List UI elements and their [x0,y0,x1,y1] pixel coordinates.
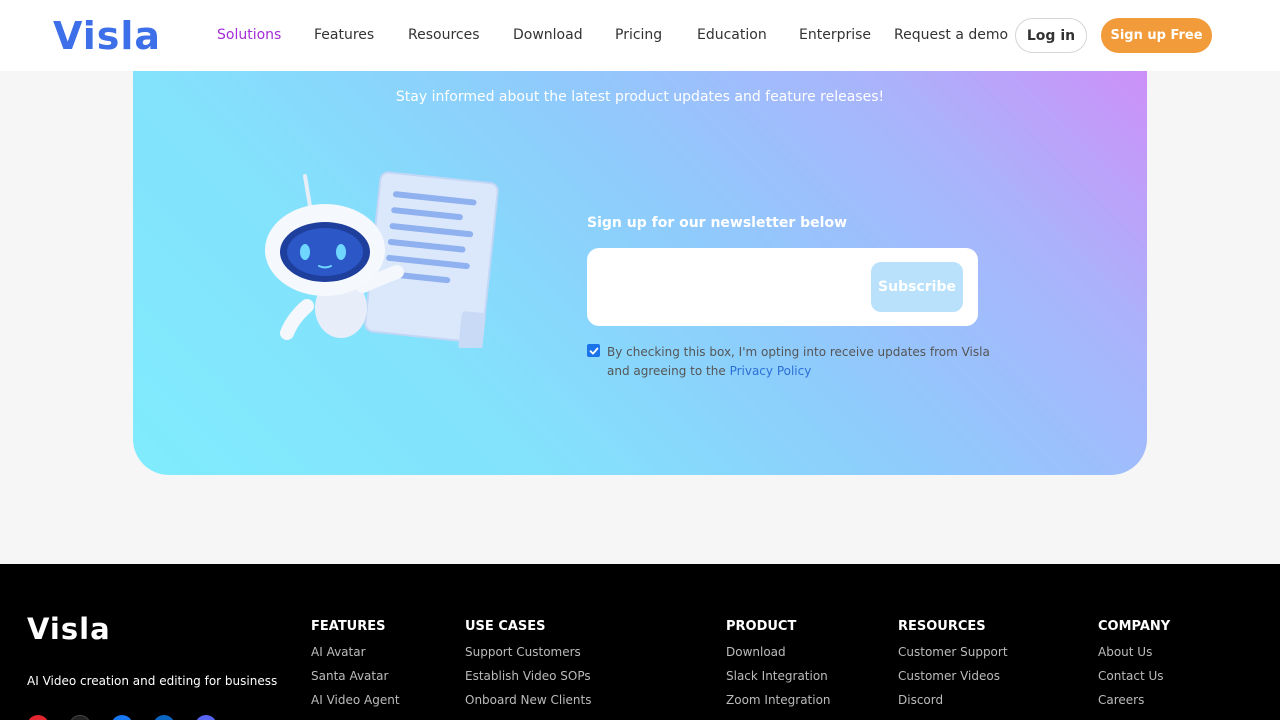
footer-tagline: AI Video creation and editing for busine… [27,674,278,688]
footer-link[interactable]: About Us [1098,645,1170,659]
footer-column-title: FEATURES [311,619,386,634]
nav-request-demo[interactable]: Request a demo [894,26,1008,44]
footer-link[interactable]: Contact Us [1098,669,1170,683]
facebook-icon[interactable] [111,715,133,720]
footer-column-title: USE CASES [465,619,546,634]
consent-checkbox[interactable] [587,344,600,357]
footer-link[interactable]: Discord [898,693,1008,707]
linkedin-icon[interactable] [153,715,175,720]
robot-newsletter-illustration [265,171,499,348]
nav-solutions[interactable]: Solutions [217,26,281,44]
nav-features[interactable]: Features [314,26,374,44]
footer-link[interactable]: Careers [1098,693,1170,707]
nav-pricing[interactable]: Pricing [615,26,662,44]
footer-link[interactable]: AI Avatar [311,645,400,659]
footer-link[interactable]: Download [726,645,831,659]
youtube-icon[interactable] [27,715,49,720]
footer-link[interactable]: Slack Integration [726,669,831,683]
newsletter-heading: Sign up for our newsletter below [587,215,848,231]
newsletter-tagline: Stay informed about the latest product u… [395,89,885,105]
newsletter-panel: Stay informed about the latest product u… [133,40,1147,475]
footer-link[interactable]: Zoom Integration [726,693,831,707]
signup-free-button[interactable]: Sign up Free [1101,18,1212,53]
footer-link[interactable]: Customer Support [898,645,1008,659]
footer-link[interactable]: Onboard New Clients [465,693,592,707]
newsletter-email-input[interactable] [603,264,863,310]
nav-resources[interactable]: Resources [408,26,480,44]
subscribe-button[interactable]: Subscribe [871,262,963,312]
discord-icon[interactable] [195,715,217,720]
site-footer: Visla AI Video creation and editing for … [0,564,1280,720]
footer-logo[interactable]: Visla [27,612,111,646]
privacy-policy-link[interactable]: Privacy Policy [730,364,812,378]
footer-column-company: COMPANY About Us Contact Us Careers [1098,619,1170,717]
footer-column-title: COMPANY [1098,619,1171,634]
footer-column-product: PRODUCT Download Slack Integration Zoom … [726,619,831,717]
footer-column-features: FEATURES AI Avatar Santa Avatar AI Video… [311,619,400,717]
footer-column-resources: RESOURCES Customer Support Customer Vide… [898,619,1008,717]
social-icons-row [27,715,217,720]
nav-education[interactable]: Education [697,26,767,44]
newsletter-form: Subscribe [587,248,978,326]
tiktok-icon[interactable] [69,715,91,720]
footer-link[interactable]: Customer Videos [898,669,1008,683]
consent-text: By checking this box, I'm opting into re… [607,343,1007,381]
footer-column-title: PRODUCT [726,619,797,634]
footer-link[interactable]: Establish Video SOPs [465,669,592,683]
footer-column-use-cases: USE CASES Support Customers Establish Vi… [465,619,592,717]
nav-enterprise[interactable]: Enterprise [799,26,871,44]
footer-link[interactable]: AI Video Agent [311,693,400,707]
checkmark-icon [589,347,598,354]
footer-column-title: RESOURCES [898,619,986,634]
footer-link[interactable]: Santa Avatar [311,669,400,683]
footer-link[interactable]: Support Customers [465,645,592,659]
visla-logo[interactable]: Visla [53,14,161,58]
top-nav-bar: Visla Solutions Features Resources Downl… [0,0,1280,71]
login-button[interactable]: Log in [1015,18,1087,53]
nav-download[interactable]: Download [513,26,583,44]
